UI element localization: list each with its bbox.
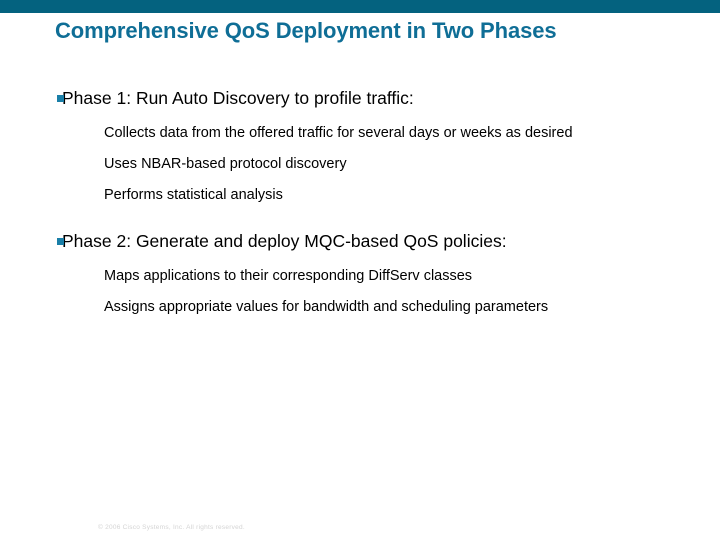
bullet-level1-phase-2: Phase 2: Generate and deploy MQC-based Q… bbox=[0, 229, 720, 254]
slide-body: Phase 1: Run Auto Discovery to profile t… bbox=[0, 86, 720, 486]
bullet-level1-label: Phase 2: Generate and deploy MQC-based Q… bbox=[62, 231, 507, 251]
bullet-level2-item: Performs statistical analysis bbox=[104, 187, 283, 203]
bullet-level2-item: Maps applications to their corresponding… bbox=[104, 268, 473, 284]
copyright-footer: © 2006 Cisco Systems, Inc. All rights re… bbox=[98, 524, 245, 531]
square-bullet-icon bbox=[57, 238, 64, 245]
square-bullet-icon bbox=[57, 95, 64, 102]
slide: Comprehensive QoS Deployment in Two Phas… bbox=[0, 0, 720, 540]
bullet-level1-phase-1: Phase 1: Run Auto Discovery to profile t… bbox=[0, 86, 720, 111]
top-accent-bar bbox=[0, 0, 720, 13]
bullet-level2-item: Uses NBAR-based protocol discovery bbox=[104, 156, 347, 172]
bullet-level1-label: Phase 1: Run Auto Discovery to profile t… bbox=[62, 88, 414, 108]
bullet-level2-item: Assigns appropriate values for bandwidth… bbox=[104, 299, 549, 315]
bullet-level2-item: Collects data from the offered traffic f… bbox=[104, 125, 573, 141]
page-title: Comprehensive QoS Deployment in Two Phas… bbox=[55, 18, 557, 43]
